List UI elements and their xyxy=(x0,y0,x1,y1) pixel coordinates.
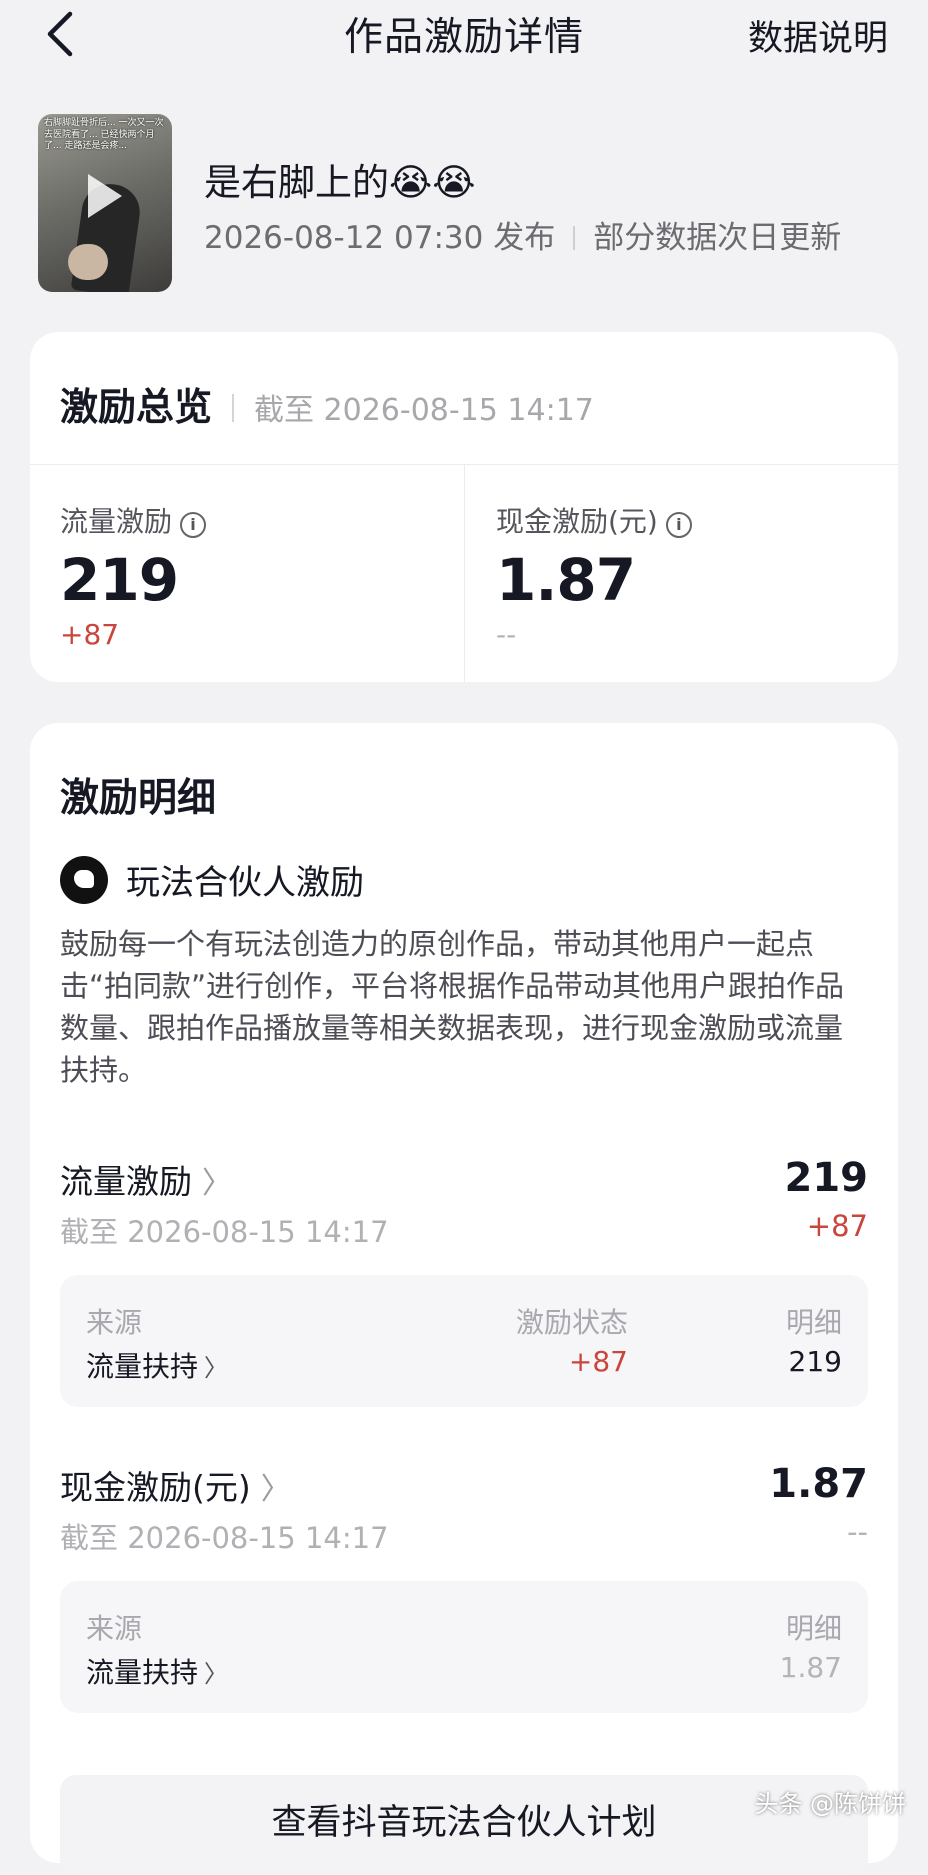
play-icon xyxy=(88,174,122,218)
data-explanation-link[interactable]: 数据说明 xyxy=(748,10,888,61)
cash-row-change: -- xyxy=(847,1515,868,1549)
traffic-detail-value: 219 xyxy=(788,1345,842,1378)
traffic-source-label: 流量扶持 xyxy=(86,1350,199,1383)
cash-row-as-of: 截至 2026-08-15 14:17 xyxy=(60,1521,389,1555)
traffic-metric-value: 219 xyxy=(60,546,179,614)
col-status-header: 激励状态 xyxy=(515,1306,628,1339)
traffic-metric-label: 流量激励 xyxy=(60,505,173,538)
program-name: 玩法合伙人激励 xyxy=(126,863,364,903)
overview-as-of: 截至 2026-08-15 14:17 xyxy=(254,393,594,428)
program-header: 玩法合伙人激励 xyxy=(60,855,364,904)
video-meta: 2026-08-12 07:30 发布 部分数据次日更新 xyxy=(204,212,841,257)
traffic-metric: 流量激励 i 219 +87 xyxy=(60,500,207,651)
update-note: 部分数据次日更新 xyxy=(593,220,842,256)
info-icon[interactable]: i xyxy=(665,512,692,538)
chevron-right-icon: 〉 xyxy=(202,1166,232,1201)
traffic-row-value: 219 xyxy=(784,1155,869,1201)
chevron-right-icon: 〉 xyxy=(204,1354,229,1382)
traffic-row-change: +87 xyxy=(806,1209,868,1243)
col-detail-header: 明细 xyxy=(785,1612,842,1645)
video-thumbnail[interactable]: 右脚脚趾骨折后... 一次又一次去医院看了... 已经快两个月了... 走路还是… xyxy=(38,114,172,292)
cash-metric-label: 现金激励(元) xyxy=(496,505,658,538)
meta-divider xyxy=(573,226,576,250)
cash-source-link[interactable]: 流量扶持〉 xyxy=(86,1651,228,1691)
chevron-right-icon: 〉 xyxy=(204,1660,229,1688)
chevron-right-icon: 〉 xyxy=(260,1472,291,1507)
traffic-row-title[interactable]: 流量激励〉 xyxy=(60,1155,232,1203)
info-icon[interactable]: i xyxy=(180,512,207,538)
video-title: 是右脚上的😭😭 xyxy=(204,161,476,204)
col-source-header: 来源 xyxy=(86,1612,143,1645)
traffic-row-as-of: 截至 2026-08-15 14:17 xyxy=(60,1215,389,1249)
view-program-button[interactable]: 查看抖音玩法合伙人计划 xyxy=(60,1775,868,1875)
cash-detail-value: 1.87 xyxy=(779,1651,842,1684)
col-detail-header: 明细 xyxy=(785,1306,842,1339)
details-card: 激励明细 玩法合伙人激励 鼓励每一个有玩法创造力的原创作品，带动其他用户一起点击… xyxy=(30,723,898,1875)
cash-row-label: 现金激励(元) xyxy=(60,1468,251,1507)
traffic-source-link[interactable]: 流量扶持〉 xyxy=(86,1345,228,1385)
traffic-status-value: +87 xyxy=(568,1345,628,1378)
program-logo-icon xyxy=(60,855,108,904)
watermark: 头条 @陈饼饼 xyxy=(754,1790,906,1818)
cash-row-title[interactable]: 现金激励(元) 〉 xyxy=(60,1461,291,1509)
traffic-source-table: 来源 激励状态 明细 流量扶持〉 +87 219 xyxy=(60,1275,868,1407)
thumbnail-foot-shape xyxy=(68,244,108,280)
cash-metric-value: 1.87 xyxy=(496,546,636,614)
cash-source-label: 流量扶持 xyxy=(86,1656,199,1689)
overview-title: 激励总览 xyxy=(60,385,213,429)
overview-header: 激励总览 截至 2026-08-15 14:17 xyxy=(60,376,594,431)
program-description: 鼓励每一个有玩法创造力的原创作品，带动其他用户一起点击“拍同款”进行创作，平台将… xyxy=(60,927,845,1087)
cash-metric: 现金激励(元) i 1.87 -- xyxy=(496,500,692,651)
cash-metric-change: -- xyxy=(496,618,517,651)
thumbnail-caption: 右脚脚趾骨折后... 一次又一次去医院看了... 已经快两个月了... 走路还是… xyxy=(44,118,164,151)
traffic-metric-change: +87 xyxy=(60,618,120,651)
publish-time: 2026-08-12 07:30 发布 xyxy=(204,220,556,256)
cash-row-value: 1.87 xyxy=(769,1461,868,1507)
top-nav-bar: 作品激励详情 数据说明 xyxy=(0,0,928,72)
header-divider xyxy=(232,394,235,422)
details-title: 激励明细 xyxy=(60,776,217,821)
divider xyxy=(464,464,465,682)
overview-card: 激励总览 截至 2026-08-15 14:17 流量激励 i 219 +87 现金… xyxy=(30,332,898,682)
col-source-header: 来源 xyxy=(86,1306,143,1339)
cash-source-table: 来源 明细 流量扶持〉 1.87 xyxy=(60,1581,868,1713)
traffic-row-label: 流量激励 xyxy=(60,1162,192,1201)
